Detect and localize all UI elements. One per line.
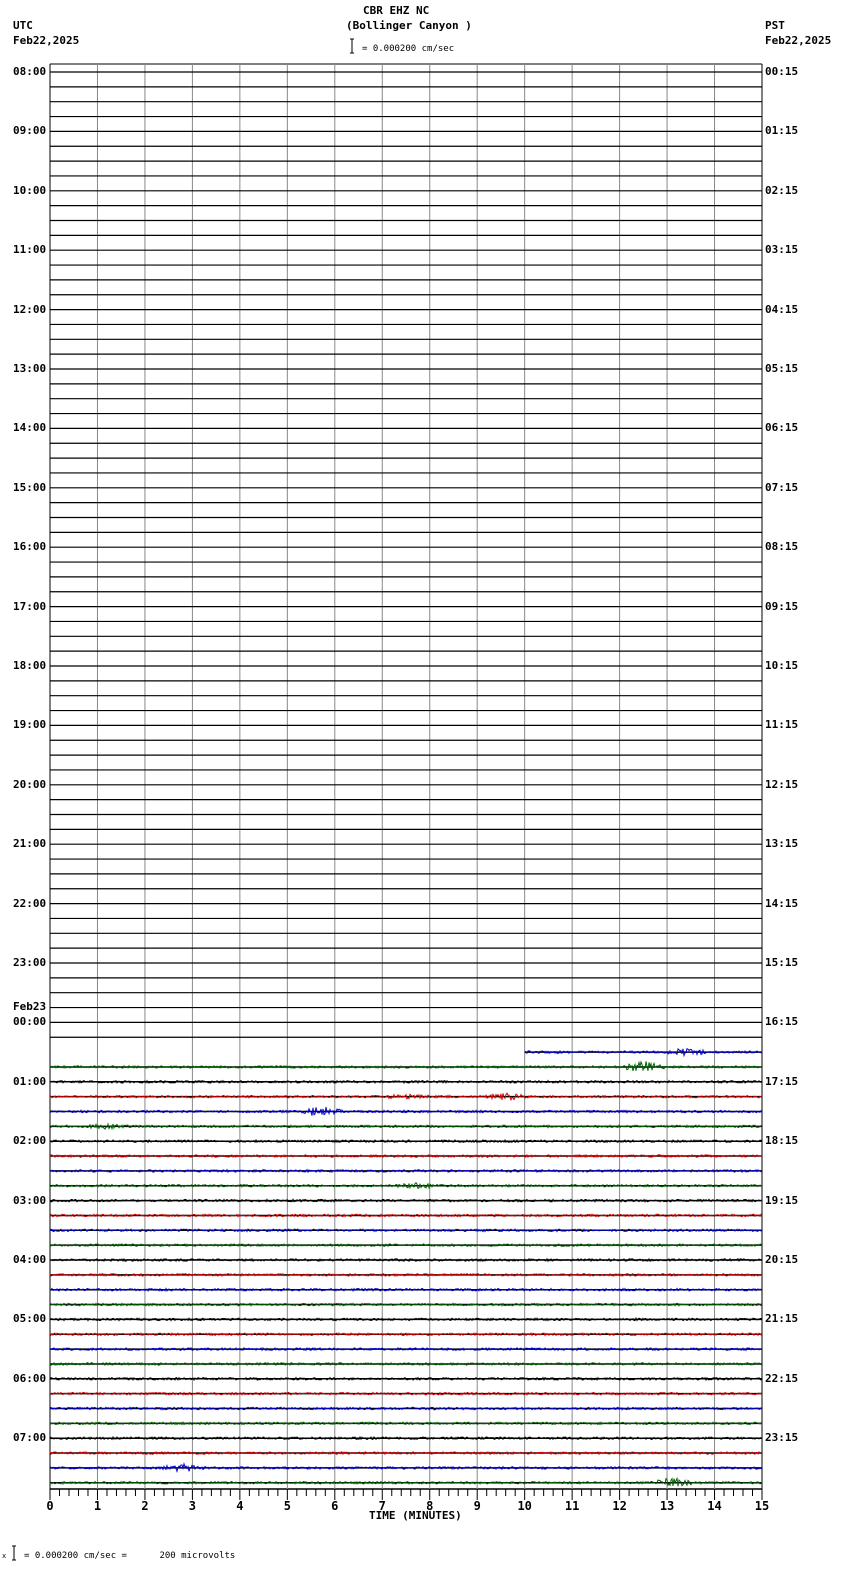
x-tick-label: 15 (755, 1499, 769, 1513)
x-tick-label: 14 (707, 1499, 721, 1513)
x-tick-label: 0 (46, 1499, 53, 1513)
seismic-trace (49, 1242, 763, 1248)
x-tick-label: 2 (141, 1499, 148, 1513)
seismic-trace (49, 1122, 763, 1131)
seismic-trace (49, 1346, 763, 1352)
x-tick-label: 11 (565, 1499, 579, 1513)
x-tick-label: 12 (612, 1499, 626, 1513)
x-tick-label: 7 (379, 1499, 386, 1513)
seismic-trace (49, 1302, 763, 1307)
x-tick-label: 4 (236, 1499, 243, 1513)
x-tick-label: 9 (474, 1499, 481, 1513)
x-tick-label: 3 (189, 1499, 196, 1513)
seismogram-plot: 0 1 2 3 4 5 6 7 8 9 10 11 12 13 14 15 (12, 38, 769, 1561)
seismic-trace (49, 1181, 763, 1190)
scale-bar-icon (350, 38, 354, 54)
x-tick-label: 1 (94, 1499, 101, 1513)
seismic-trace (49, 1376, 763, 1382)
seismic-trace (49, 1060, 763, 1072)
seismic-trace (49, 1361, 763, 1367)
x-tick-label: 13 (660, 1499, 674, 1513)
x-tick-label: 10 (517, 1499, 531, 1513)
x-tick-label: 5 (284, 1499, 291, 1513)
x-tick-label: 6 (331, 1499, 338, 1513)
helicorder-page: CBR EHZ NC (Bollinger Canyon ) UTC Feb22… (0, 0, 850, 1584)
x-tick-label: 8 (426, 1499, 433, 1513)
footer-scale-bar-icon (12, 1545, 16, 1561)
